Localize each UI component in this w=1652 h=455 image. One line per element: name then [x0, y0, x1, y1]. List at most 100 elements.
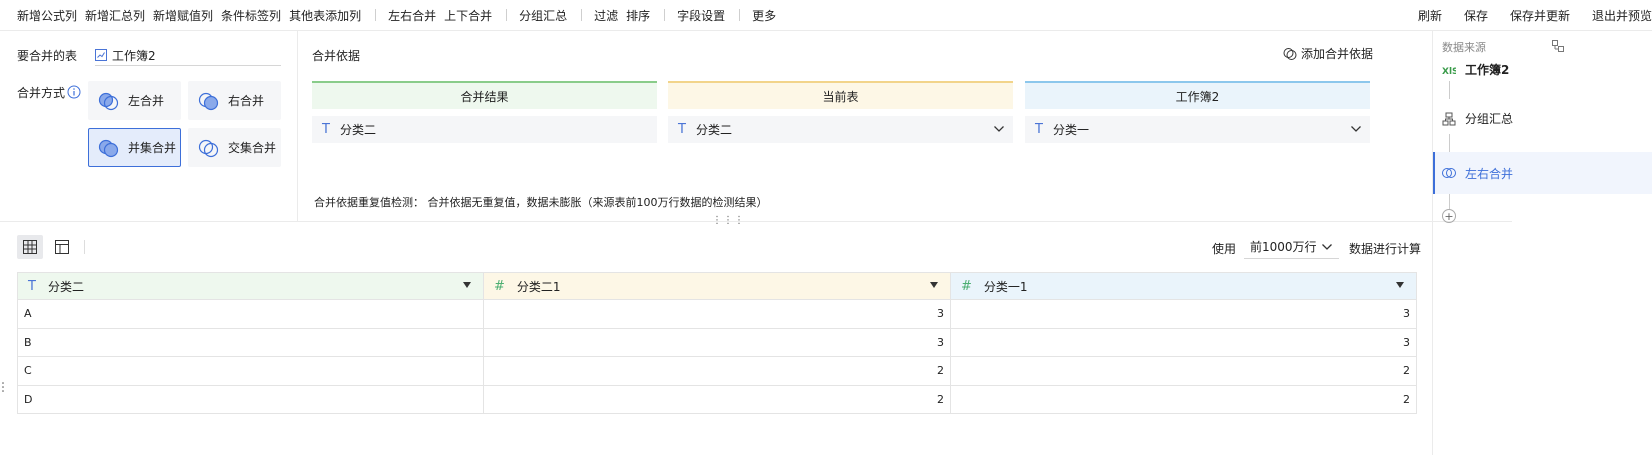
- group-summary-button[interactable]: 分组汇总: [519, 7, 567, 24]
- row-limit-select[interactable]: 前1000万行: [1244, 235, 1339, 259]
- toolbar-separator: [739, 9, 741, 21]
- other-table-header-label: 工作簿2: [1175, 89, 1220, 104]
- toolbar-right: 刷新 保存 保存并更新 退出并预览: [1418, 0, 1652, 31]
- save-button[interactable]: 保存: [1464, 7, 1488, 24]
- step-node-horizontal-merge[interactable]: 左右合并: [1433, 152, 1652, 194]
- right-merge-icon: [198, 92, 219, 110]
- add-merge-basis-button[interactable]: 添加合并依据: [1283, 45, 1373, 62]
- column-menu-caret-icon[interactable]: [1396, 282, 1404, 288]
- vertical-merge-button[interactable]: 上下合并: [444, 7, 492, 24]
- table-cell[interactable]: B: [17, 328, 483, 357]
- svg-text:XlS: XlS: [1442, 67, 1456, 77]
- add-formula-column-button[interactable]: 新增公式列: [17, 7, 77, 24]
- column-header[interactable]: # 分类二1: [483, 272, 950, 300]
- other-table-field-value: 分类一: [1052, 123, 1089, 137]
- text-type-icon: T: [1035, 122, 1043, 137]
- more-button[interactable]: 更多: [752, 7, 776, 24]
- left-merge-option[interactable]: 左合并: [88, 81, 181, 120]
- exit-and-preview-button[interactable]: 退出并预览: [1592, 7, 1652, 24]
- table-select[interactable]: 工作簿2: [95, 45, 281, 66]
- left-merge-icon: [98, 92, 119, 110]
- grid-icon: [23, 240, 37, 254]
- calc-label: 数据进行计算: [1349, 242, 1422, 256]
- union-merge-option[interactable]: 并集合并: [88, 128, 181, 167]
- add-assign-column-button[interactable]: 新增赋值列: [153, 7, 213, 24]
- table-cell[interactable]: 3: [483, 328, 950, 357]
- field-view-button[interactable]: [49, 235, 75, 259]
- table-row: C 2 2: [17, 357, 1417, 386]
- table-cell[interactable]: 2: [483, 385, 950, 414]
- refresh-button[interactable]: 刷新: [1418, 7, 1442, 24]
- merge-result-header-label: 合并结果: [460, 89, 509, 104]
- merge-basis-title: 合并依据: [312, 49, 361, 63]
- number-type-icon: #: [494, 278, 505, 294]
- table-cell[interactable]: A: [17, 300, 483, 329]
- table-cell[interactable]: 2: [483, 357, 950, 386]
- right-merge-label: 右合并: [228, 94, 265, 108]
- info-icon[interactable]: [67, 85, 81, 99]
- merge-config-panel: 要合并的表 工作簿2 合并方式 左合并 右合并 并集合并 交集合并 合并依据 添…: [0, 31, 1512, 222]
- chevron-down-icon: [1351, 126, 1361, 132]
- intersect-merge-icon: [198, 139, 219, 157]
- table-cell[interactable]: D: [17, 385, 483, 414]
- other-table-field-select[interactable]: T 分类一: [1025, 116, 1370, 143]
- field-settings-button[interactable]: 字段设置: [677, 7, 725, 24]
- union-merge-icon: [98, 139, 119, 157]
- preview-table: T 分类二 # 分类二1 # 分类一1 A 3 3 B 3 3 C 2 2 D …: [17, 272, 1417, 414]
- source-node-label: 工作簿2: [1465, 63, 1510, 77]
- add-step-button[interactable]: +: [1442, 209, 1456, 223]
- column-header-label: 分类二: [47, 279, 84, 294]
- chevron-down-icon: [994, 126, 1004, 132]
- table-row: B 3 3: [17, 328, 1417, 357]
- column-header[interactable]: T 分类二: [17, 272, 483, 300]
- layout-toggle-icon[interactable]: [1552, 40, 1564, 52]
- horizontal-merge-button[interactable]: 左右合并: [388, 7, 436, 24]
- table-cell[interactable]: 2: [950, 385, 1417, 414]
- collapse-handle-icon[interactable]: [2, 381, 4, 393]
- toolbar: 新增公式列 新增汇总列 新增赋值列 条件标签列 其他表添加列 左右合并 上下合并…: [0, 0, 1652, 31]
- column-menu-caret-icon[interactable]: [463, 282, 471, 288]
- table-cell[interactable]: 3: [483, 300, 950, 329]
- merge-result-header: 合并结果: [312, 81, 657, 109]
- column-header[interactable]: # 分类一1: [950, 272, 1417, 300]
- right-merge-option[interactable]: 右合并: [188, 81, 281, 120]
- duplicate-check-message: 合并依据重复值检测： 合并依据无重复值，数据未膨胀（来源表前100万行数据的检测…: [314, 196, 768, 209]
- use-label: 使用: [1212, 242, 1237, 256]
- filter-button[interactable]: 过滤: [594, 7, 618, 24]
- merge-icon: [1442, 166, 1456, 180]
- add-condition-tag-column-button[interactable]: 条件标签列: [221, 7, 281, 24]
- add-column-from-other-table-button[interactable]: 其他表添加列: [289, 7, 361, 24]
- intersect-merge-option[interactable]: 交集合并: [188, 128, 281, 167]
- chevron-down-icon: [1322, 244, 1332, 250]
- merge-result-field[interactable]: T 分类二: [312, 116, 657, 143]
- table-cell[interactable]: C: [17, 357, 483, 386]
- toolbar-separator: [664, 9, 666, 21]
- table-row: A 3 3: [17, 300, 1417, 329]
- step-node-label: 左右合并: [1465, 166, 1514, 181]
- column-menu-caret-icon[interactable]: [930, 282, 938, 288]
- left-merge-label: 左合并: [128, 94, 165, 108]
- intersect-merge-label: 交集合并: [228, 141, 277, 155]
- number-type-icon: #: [961, 278, 972, 294]
- union-merge-label: 并集合并: [128, 141, 177, 155]
- add-link-icon: [1283, 47, 1297, 60]
- save-and-update-button[interactable]: 保存并更新: [1510, 7, 1570, 24]
- sort-button[interactable]: 排序: [626, 7, 650, 24]
- current-table-field-select[interactable]: T 分类二: [668, 116, 1013, 143]
- node-connector: [1449, 194, 1450, 209]
- table-cell[interactable]: 3: [950, 328, 1417, 357]
- table-cell[interactable]: 3: [950, 300, 1417, 329]
- toolbar-left: 新增公式列 新增汇总列 新增赋值列 条件标签列 其他表添加列 左右合并 上下合并…: [0, 7, 784, 24]
- grid-view-button[interactable]: [17, 235, 43, 259]
- xls-icon: XlS: [1442, 63, 1456, 77]
- table-select-value: 工作簿2: [112, 48, 156, 63]
- add-summary-column-button[interactable]: 新增汇总列: [85, 7, 145, 24]
- text-type-icon: T: [28, 278, 36, 294]
- toolbar-separator: [506, 9, 508, 21]
- add-merge-basis-label: 添加合并依据: [1301, 47, 1374, 61]
- source-node-workbook2[interactable]: XlS 工作簿2: [1442, 61, 1509, 78]
- table-cell[interactable]: 2: [950, 357, 1417, 386]
- other-table-header: 工作簿2: [1025, 81, 1370, 109]
- step-node-group-summary[interactable]: 分组汇总: [1442, 110, 1513, 127]
- node-connector: [1449, 134, 1450, 152]
